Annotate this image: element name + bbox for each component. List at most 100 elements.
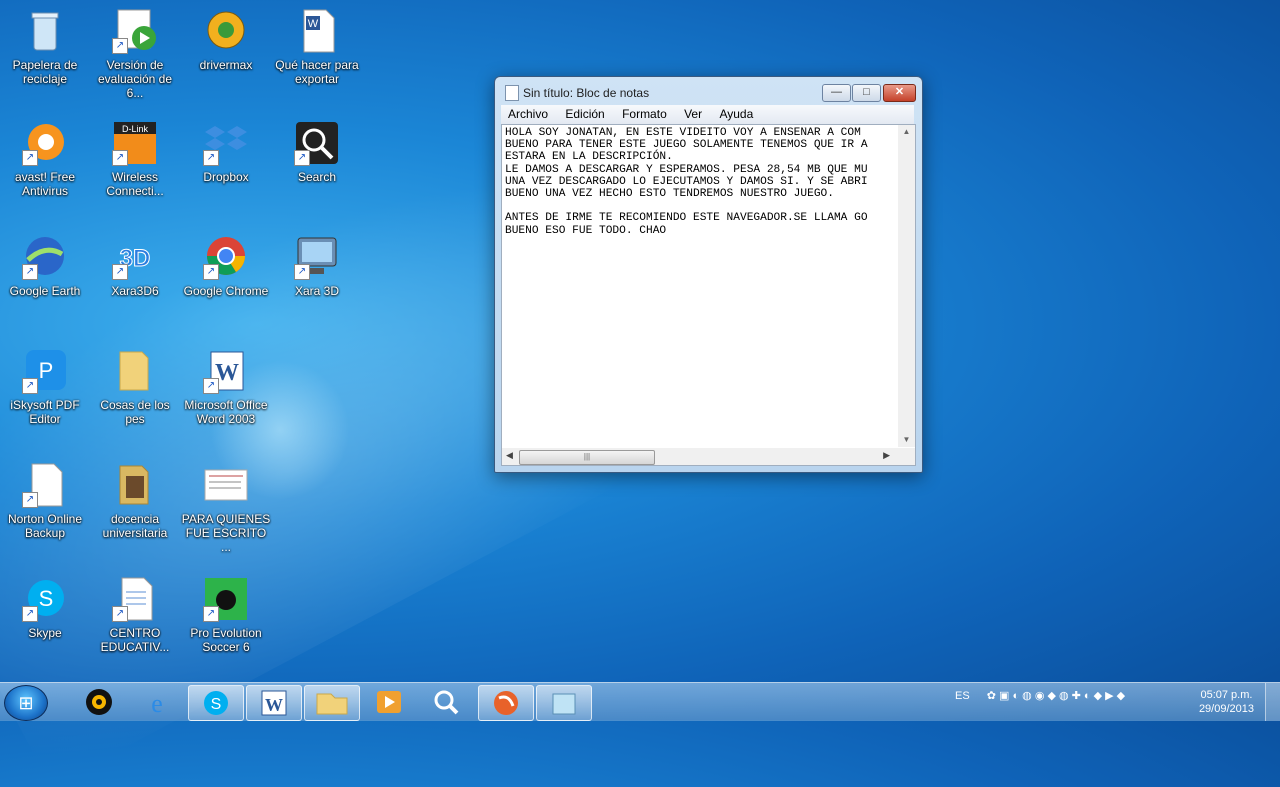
avast-icon: ↗ (22, 120, 68, 166)
horizontal-scrollbar[interactable]: ◀ ||| ▶ (502, 448, 898, 465)
desktop-icon-xara3d6[interactable]: 3D ↗ Xara3D6 (90, 234, 180, 299)
svg-text:e: e (151, 689, 163, 718)
search-icon: ↗ (294, 120, 340, 166)
chrome-icon: ↗ (203, 234, 249, 280)
document-icon: ↗ (22, 462, 68, 508)
monitor-icon: ↗ (294, 234, 340, 280)
notepad-taskbar-icon[interactable] (536, 685, 592, 721)
scroll-up-icon[interactable]: ▲ (898, 125, 915, 139)
xara3d-icon: 3D ↗ (112, 234, 158, 280)
recycle-bin-icon (22, 8, 68, 54)
menu-edicion[interactable]: Edición (558, 105, 611, 123)
desktop-icon-label: Versión de evaluación de 6... (97, 58, 173, 100)
notepad-icon (505, 85, 519, 101)
recorder-taskbar-icon[interactable] (478, 685, 534, 721)
search-taskbar-icon[interactable] (420, 685, 474, 719)
desktop-icon-label: Skype (28, 626, 62, 640)
desktop-icon-drivermax[interactable]: drivermax (181, 8, 271, 72)
minimize-button[interactable]: — (822, 84, 851, 102)
desktop-icon-skype[interactable]: S ↗ Skype (0, 576, 90, 640)
desktop-icon-label: Xara 3D (294, 284, 340, 298)
desktop-icon-label: docencia universitaria (102, 512, 168, 540)
desktop-icon-label: Qué hacer para exportar (275, 58, 359, 86)
desktop-icon-label: Dropbox (203, 170, 249, 184)
desktop-icon-google-earth[interactable]: ↗ Google Earth (0, 234, 90, 298)
editor-content[interactable]: HOLA SOY JONATAN, EN ESTE VIDEITO VOY A … (505, 127, 898, 447)
horizontal-scroll-thumb[interactable]: ||| (519, 450, 655, 465)
svg-text:S: S (39, 586, 54, 611)
tray-icons[interactable]: ✿ ▣ ◐ ◍ ◉ ◆ ◍ ✚ ◐ ◆ ▶ ◆ (987, 690, 1125, 702)
desktop-icon-label: Microsoft Office Word 2003 (184, 398, 268, 426)
desktop-icon-evaluation[interactable]: ↗ Versión de evaluación de 6... (90, 8, 180, 100)
explorer-taskbar-icon[interactable] (304, 685, 360, 721)
desktop-icon-xara3d[interactable]: ↗ Xara 3D (272, 234, 362, 298)
desktop-icon-que-hacer[interactable]: W Qué hacer para exportar (272, 8, 362, 86)
scroll-down-icon[interactable]: ▼ (898, 433, 915, 447)
desktop-icon-label: drivermax (199, 58, 253, 72)
dropbox-icon: ↗ (203, 120, 249, 166)
clock[interactable]: 05:07 p.m. 29/09/2013 (1199, 688, 1254, 716)
desktop-icon-word-2003[interactable]: W ↗ Microsoft Office Word 2003 (181, 348, 271, 426)
video-player-taskbar-icon[interactable] (362, 685, 416, 719)
clock-date: 29/09/2013 (1198, 703, 1254, 715)
desktop-icon-search[interactable]: ↗ Search (272, 120, 362, 184)
desktop-icon-recycle-bin[interactable]: Papelera de reciclaje (0, 8, 90, 86)
desktop-icon-chrome[interactable]: ↗ Google Chrome (181, 234, 271, 298)
vertical-scrollbar[interactable]: ▲ ▼ (898, 125, 915, 447)
word-icon: W ↗ (203, 348, 249, 394)
resize-grip-icon[interactable] (898, 448, 915, 465)
drivermax-icon (203, 8, 249, 54)
desktop-icon-label: Search (297, 170, 337, 184)
menu-archivo[interactable]: Archivo (501, 105, 555, 123)
desktop-icon-norton[interactable]: ↗ Norton Online Backup (0, 462, 90, 540)
desktop-icon-label: Google Chrome (183, 284, 269, 298)
pes-icon: ↗ (203, 576, 249, 622)
desktop-icon-iskysoft[interactable]: P ↗ iSkysoft PDF Editor (0, 348, 90, 426)
word-taskbar-icon[interactable]: W (246, 685, 302, 721)
menu-formato[interactable]: Formato (615, 105, 674, 123)
folder-icon (112, 462, 158, 508)
desktop-icon-avast[interactable]: ↗ avast! Free Antivirus (0, 120, 90, 198)
language-indicator[interactable]: ES (955, 690, 970, 702)
installer-icon: ↗ (112, 8, 158, 54)
menu-ayuda[interactable]: Ayuda (712, 105, 760, 123)
text-editor[interactable]: HOLA SOY JONATAN, EN ESTE VIDEITO VOY A … (501, 124, 916, 466)
google-earth-icon: ↗ (22, 234, 68, 280)
close-button[interactable]: ✕ (883, 84, 916, 102)
desktop-icon-centro-educativo[interactable]: ↗ CENTRO EDUCATIV... (90, 576, 180, 654)
desktop-icon-label: PARA QUIENES FUE ESCRITO ... (181, 512, 271, 554)
skype-icon: S ↗ (22, 576, 68, 622)
scroll-left-icon[interactable]: ◀ (506, 450, 513, 461)
document-icon: ↗ (112, 576, 158, 622)
desktop-icon-label: avast! Free Antivirus (14, 170, 76, 198)
scroll-right-icon[interactable]: ▶ (883, 450, 890, 461)
folder-icon (112, 348, 158, 394)
skype-taskbar-icon[interactable]: S (188, 685, 244, 721)
menu-bar: Archivo Edición Formato Ver Ayuda (501, 105, 914, 124)
clock-time: 05:07 p.m. (1200, 689, 1253, 701)
svg-text:D-Link: D-Link (122, 124, 149, 134)
desktop-icon-label: CENTRO EDUCATIV... (100, 626, 170, 654)
word-document-icon: W (294, 8, 340, 54)
menu-ver[interactable]: Ver (677, 105, 709, 123)
start-button[interactable]: ⊞ (4, 685, 48, 721)
desktop-icon-label: Google Earth (9, 284, 81, 298)
notepad-window[interactable]: Sin título: Bloc de notas — □ ✕ Archivo … (494, 76, 923, 473)
internet-explorer-icon[interactable]: e (130, 685, 184, 719)
show-desktop-button[interactable] (1265, 683, 1280, 721)
desktop-icon-wireless[interactable]: D-Link ↗ Wireless Connecti... (90, 120, 180, 198)
desktop-icon-para-quienes[interactable]: PARA QUIENES FUE ESCRITO ... (181, 462, 271, 554)
svg-text:S: S (211, 696, 222, 713)
desktop-icon-pes6[interactable]: ↗ Pro Evolution Soccer 6 (181, 576, 271, 654)
window-titlebar[interactable]: Sin título: Bloc de notas — □ ✕ (495, 77, 922, 105)
desktop-icon-folder-pes[interactable]: Cosas de los pes (90, 348, 180, 426)
desktop-icon-dropbox[interactable]: ↗ Dropbox (181, 120, 271, 184)
maximize-button[interactable]: □ (852, 84, 881, 102)
window-title: Sin título: Bloc de notas (523, 86, 650, 100)
svg-text:W: W (265, 695, 283, 715)
dlink-icon: D-Link ↗ (112, 120, 158, 166)
document-thumbnail-icon (203, 462, 249, 508)
svg-text:W: W (308, 18, 319, 30)
desktop-icon-docencia[interactable]: docencia universitaria (90, 462, 180, 540)
media-player-icon[interactable] (72, 685, 126, 719)
